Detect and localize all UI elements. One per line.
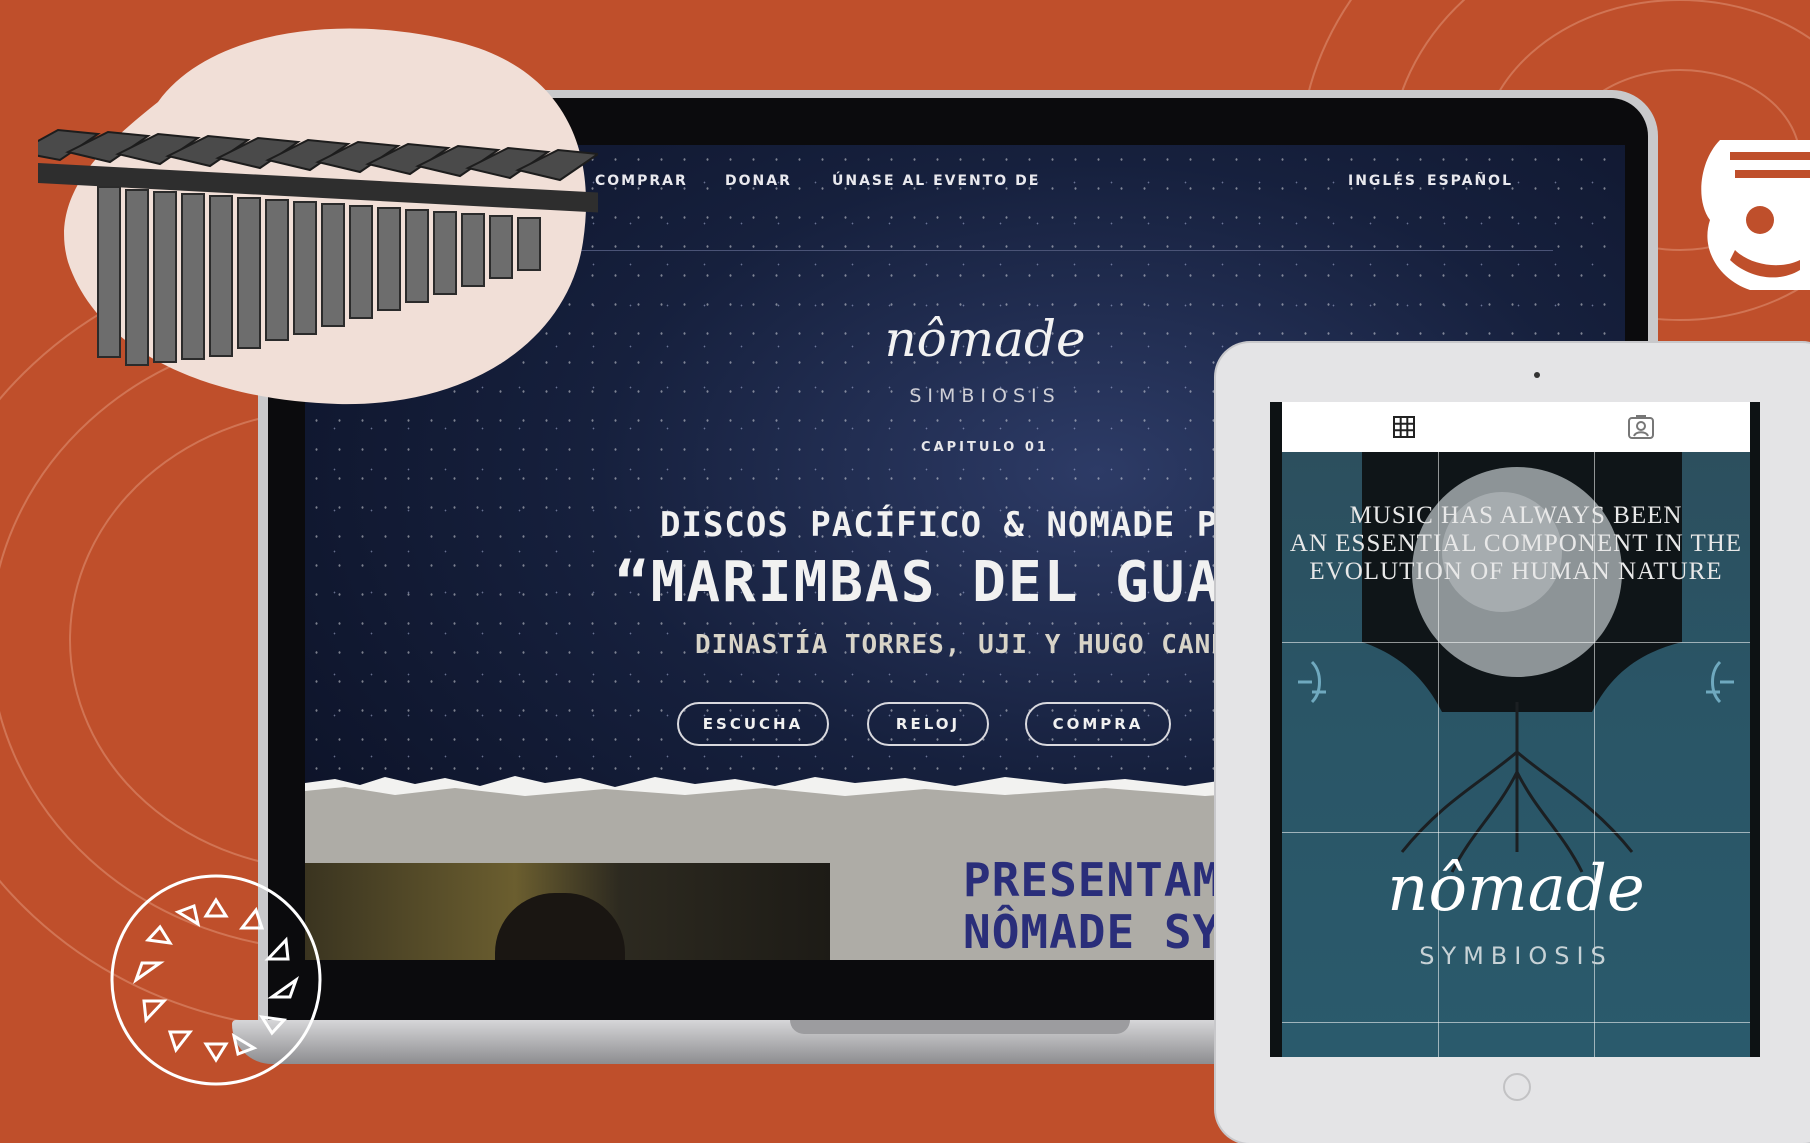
grid-line	[1282, 832, 1750, 833]
tablet-screen: MUSIC HAS ALWAYS BEEN AN ESSENTIAL COMPO…	[1270, 402, 1760, 1057]
grid-line	[1282, 1022, 1750, 1023]
buy-button[interactable]: COMPRA	[1025, 702, 1171, 746]
musician-photo	[305, 863, 830, 960]
nav-join-event[interactable]: ÚNASE AL EVENTO DE	[832, 173, 1040, 189]
nav-donar[interactable]: DONAR	[725, 173, 792, 189]
tablet-camera	[1534, 372, 1540, 378]
listen-button[interactable]: ESCUCHA	[677, 702, 829, 746]
lang-spanish[interactable]: ESPAÑOL	[1427, 173, 1513, 189]
tablet-tab-bar	[1282, 402, 1750, 452]
tablet-post-grid: MUSIC HAS ALWAYS BEEN AN ESSENTIAL COMPO…	[1282, 452, 1750, 1057]
presentamos-heading: PRESENTAMO	[963, 853, 1250, 907]
site-logo[interactable]: nômade	[835, 310, 1135, 368]
grid-icon[interactable]	[1392, 415, 1416, 439]
quote-line-3: EVOLUTION OF HUMAN NATURE	[1309, 558, 1723, 585]
grid-line	[1282, 642, 1750, 643]
tablet-home-button[interactable]	[1503, 1073, 1531, 1101]
tablet-quote: MUSIC HAS ALWAYS BEEN AN ESSENTIAL COMPO…	[1282, 502, 1750, 586]
lang-english[interactable]: INGLÉS	[1348, 173, 1417, 189]
profile-icon[interactable]	[1627, 414, 1655, 440]
circular-pattern-icon	[110, 874, 322, 1086]
tribal-mask-icon	[1701, 140, 1810, 290]
logo-subtitle: SIMBIOSIS	[909, 385, 1061, 407]
watch-button[interactable]: RELOJ	[867, 702, 989, 746]
nav-comprar[interactable]: COMPRAR	[595, 173, 688, 189]
chapter-label: CAPITULO 01	[921, 440, 1049, 455]
quote-line-2: AN ESSENTIAL COMPONENT IN THE	[1289, 530, 1743, 557]
quote-line-1: MUSIC HAS ALWAYS BEEN	[1349, 502, 1683, 529]
musician-silhouette	[495, 893, 625, 960]
tablet-logo: nômade	[1387, 852, 1645, 926]
tablet-logo-subtitle: SYMBIOSIS	[1419, 942, 1613, 970]
laptop-hinge-notch	[790, 1020, 1130, 1034]
marimba-image	[38, 28, 598, 405]
